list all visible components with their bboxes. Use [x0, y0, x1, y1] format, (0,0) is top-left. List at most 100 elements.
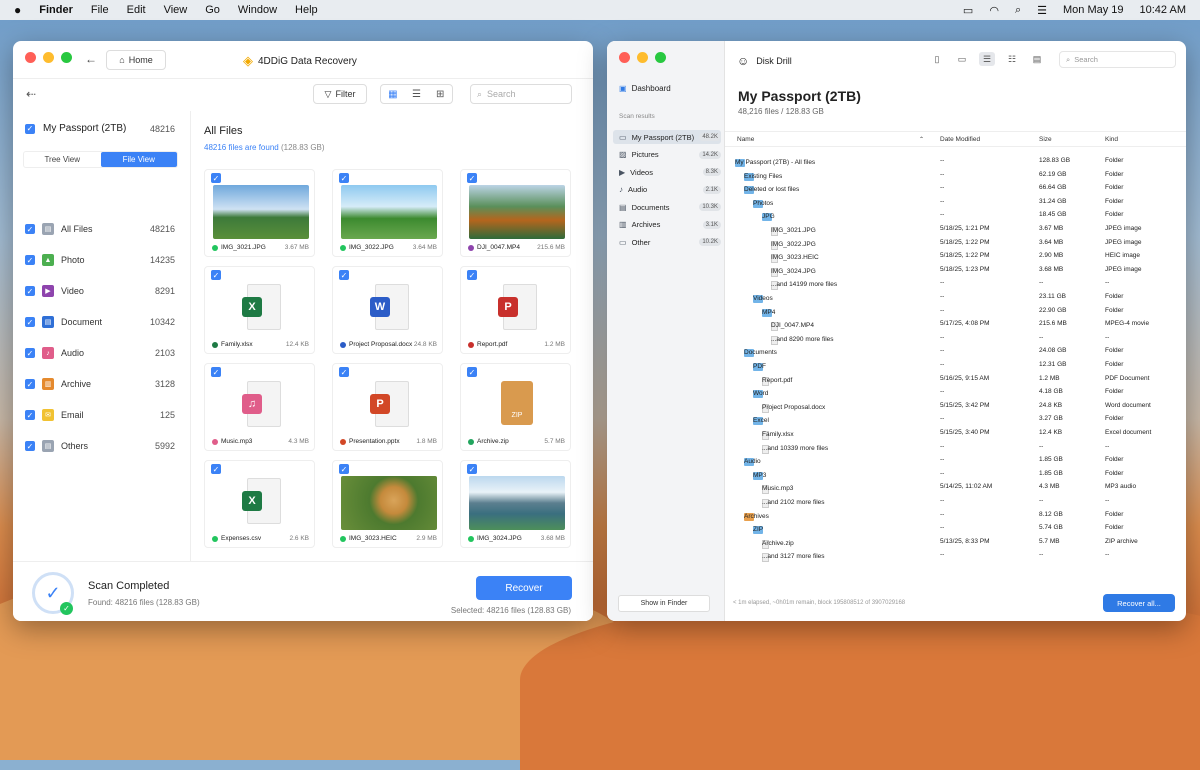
file-card[interactable]: ✓ IMG_3023.HEIC 2.9 MB	[332, 460, 443, 548]
sidebar-item-result[interactable]: ▭ My Passport (2TB) 48.2K	[613, 130, 721, 144]
table-row[interactable]: ⌄My Passport (2TB) - All files -- 128.83…	[725, 154, 1186, 168]
preview-icon[interactable]: ▤	[1029, 52, 1045, 66]
menu-view[interactable]: View	[164, 4, 188, 16]
checkbox[interactable]: ✓	[25, 224, 35, 234]
sidebar-item-category[interactable]: ✓ ♪ Audio 2103	[25, 347, 175, 359]
menu-window[interactable]: Window	[238, 4, 277, 16]
file-card[interactable]: ✓ W Project Proposal.docx 24.8 KB	[332, 266, 443, 354]
table-row[interactable]: ⌄Photos -- 31.24 GB Folder	[725, 195, 1186, 209]
checkbox[interactable]: ✓	[467, 173, 477, 183]
table-row[interactable]: ⌄Word -- 4.18 GB Folder	[725, 385, 1186, 399]
sidebar-item-category[interactable]: ✓ ✉ Email 125	[25, 409, 175, 421]
search-input[interactable]: ⌕ Search	[1059, 51, 1176, 68]
zoom-button[interactable]	[61, 52, 72, 63]
recover-button[interactable]: Recover	[476, 576, 572, 600]
file-card[interactable]: ✓ X Expenses.csv 2.6 KB	[204, 460, 315, 548]
home-button[interactable]: ⌂ Home	[106, 50, 166, 70]
table-row[interactable]: ⌄Deleted or lost files -- 66.64 GB Folde…	[725, 181, 1186, 195]
column-kind[interactable]: Kind	[1105, 136, 1118, 143]
table-row[interactable]: ⌄Audio -- 1.85 GB Folder	[725, 453, 1186, 467]
checkbox[interactable]: ✓	[25, 286, 35, 296]
tab-file-view[interactable]: File View	[100, 152, 177, 167]
column-name[interactable]: Name	[737, 136, 754, 143]
menu-file[interactable]: File	[91, 4, 109, 16]
zoom-button[interactable]	[655, 52, 666, 63]
list-view-icon[interactable]: ☰	[405, 85, 429, 103]
control-center-icon[interactable]: ☰	[1037, 4, 1047, 17]
table-row[interactable]: ...and 14199 more files -- -- --	[725, 276, 1186, 291]
menu-go[interactable]: Go	[205, 4, 220, 16]
sidebar-item-result[interactable]: ▥ Archives 3.1K	[613, 218, 721, 232]
table-row[interactable]: IMG_3021.JPG 5/18/25, 1:21 PM 3.67 MB JP…	[725, 222, 1186, 236]
table-row[interactable]: IMG_3024.JPG 5/18/25, 1:23 PM 3.68 MB JP…	[725, 263, 1186, 277]
sidebar-item-result[interactable]: ▶ Videos 8.3K	[613, 165, 721, 179]
menu-app[interactable]: Finder	[39, 4, 73, 16]
sidebar-item-category[interactable]: ✓ ▤ Others 5992	[25, 440, 175, 452]
wifi-icon[interactable]: ◠	[989, 4, 999, 17]
file-card[interactable]: ✓ P Presentation.pptx 1.8 MB	[332, 363, 443, 451]
search-input[interactable]: ⌕ Search	[470, 84, 572, 104]
sidebar-item-result[interactable]: ♪ Audio 2.1K	[613, 183, 721, 197]
table-row[interactable]: ...and 2102 more files -- -- --	[725, 494, 1186, 508]
filter-button[interactable]: ▽ Filter	[313, 84, 367, 104]
show-in-finder-button[interactable]: Show in Finder	[618, 595, 710, 612]
checklist-icon[interactable]: ☷	[1004, 52, 1020, 66]
apple-icon[interactable]: ●	[14, 3, 21, 17]
table-row[interactable]: Family.xlsx 5/15/25, 3:40 PM 12.4 KB Exc…	[725, 426, 1186, 440]
checkbox[interactable]: ✓	[25, 317, 35, 327]
table-row[interactable]: ...and 8290 more files -- -- --	[725, 331, 1186, 345]
display-icon[interactable]: ▭	[963, 4, 973, 17]
checkbox[interactable]: ✓	[25, 348, 35, 358]
file-card[interactable]: ✓ IMG_3024.JPG 3.68 MB	[460, 460, 571, 548]
table-row[interactable]: IMG_3023.HEIC 5/18/25, 1:22 PM 2.90 MB H…	[725, 249, 1186, 264]
sidebar-item-category[interactable]: ✓ ▤ All Files 48216	[25, 223, 175, 235]
table-row[interactable]: ⌄JPG -- 18.45 GB Folder	[725, 208, 1186, 222]
sidebar-item-category[interactable]: ✓ ▥ Archive 3128	[25, 378, 175, 390]
table-row[interactable]: ⌄PDF -- 12.31 GB Folder	[725, 358, 1186, 372]
file-card[interactable]: ✓ DJI_0047.MP4 215.6 MB	[460, 169, 571, 257]
menu-date[interactable]: Mon May 19	[1063, 4, 1124, 16]
checkbox[interactable]: ✓	[339, 173, 349, 183]
file-card[interactable]: ✓ IMG_3022.JPG 3.64 MB	[332, 169, 443, 257]
checkbox[interactable]: ✓	[25, 379, 35, 389]
table-row[interactable]: Archive.zip 5/13/25, 8:33 PM 5.7 MB ZIP …	[725, 535, 1186, 549]
sidebar-item-result[interactable]: ▨ Pictures 14.2K	[613, 148, 721, 162]
sidebar-item-result[interactable]: ▤ Documents 10.3K	[613, 200, 721, 214]
file-icon[interactable]: ▯	[929, 52, 945, 66]
checkbox[interactable]: ✓	[25, 123, 35, 134]
folder-icon[interactable]: ▭	[954, 52, 970, 66]
menu-edit[interactable]: Edit	[127, 4, 146, 16]
menu-time[interactable]: 10:42 AM	[1140, 4, 1186, 16]
grid-view-icon[interactable]: ▦	[381, 85, 405, 103]
menu-help[interactable]: Help	[295, 4, 318, 16]
table-row[interactable]: IMG_3022.JPG 5/18/25, 1:22 PM 3.64 MB JP…	[725, 236, 1186, 250]
file-card[interactable]: ✓ X Family.xlsx 12.4 KB	[204, 266, 315, 354]
table-row[interactable]: ⌄Existing Files -- 62.19 GB Folder	[725, 168, 1186, 182]
checkbox[interactable]: ✓	[339, 464, 349, 474]
checkbox[interactable]: ✓	[25, 255, 35, 265]
checkbox[interactable]: ✓	[211, 367, 221, 377]
thumbnail-view-icon[interactable]: ⊞	[428, 85, 452, 103]
back-arrow-icon[interactable]: ←	[85, 52, 97, 66]
close-button[interactable]	[619, 52, 630, 63]
checkbox[interactable]: ✓	[339, 270, 349, 280]
sidebar-item-category[interactable]: ✓ ▶ Video 8291	[25, 285, 175, 297]
table-row[interactable]: ⌄Archives -- 8.12 GB Folder	[725, 508, 1186, 522]
exit-icon[interactable]: ⇠	[26, 87, 36, 101]
file-card[interactable]: ✓ P Report.pdf 1.2 MB	[460, 266, 571, 354]
checkbox[interactable]: ✓	[211, 173, 221, 183]
column-date[interactable]: Date Modified	[940, 136, 980, 143]
table-row[interactable]: Project Proposal.docx 5/15/25, 3:42 PM 2…	[725, 399, 1186, 413]
sidebar-item-category[interactable]: ✓ ▤ Document 10342	[25, 316, 175, 328]
checkbox[interactable]: ✓	[467, 270, 477, 280]
list-view-icon[interactable]: ☰	[979, 52, 995, 66]
table-row[interactable]: Music.mp3 5/14/25, 11:02 AM 4.3 MB MP3 a…	[725, 480, 1186, 495]
column-size[interactable]: Size	[1039, 136, 1052, 143]
checkbox[interactable]: ✓	[25, 441, 35, 451]
sidebar-item-dashboard[interactable]: ▣ Dashboard	[619, 84, 671, 93]
checkbox[interactable]: ✓	[211, 464, 221, 474]
sort-icon[interactable]: ⌃	[919, 136, 924, 143]
checkbox[interactable]: ✓	[211, 270, 221, 280]
table-row[interactable]: ⌄Videos -- 23.11 GB Folder	[725, 290, 1186, 304]
minimize-button[interactable]	[637, 52, 648, 63]
